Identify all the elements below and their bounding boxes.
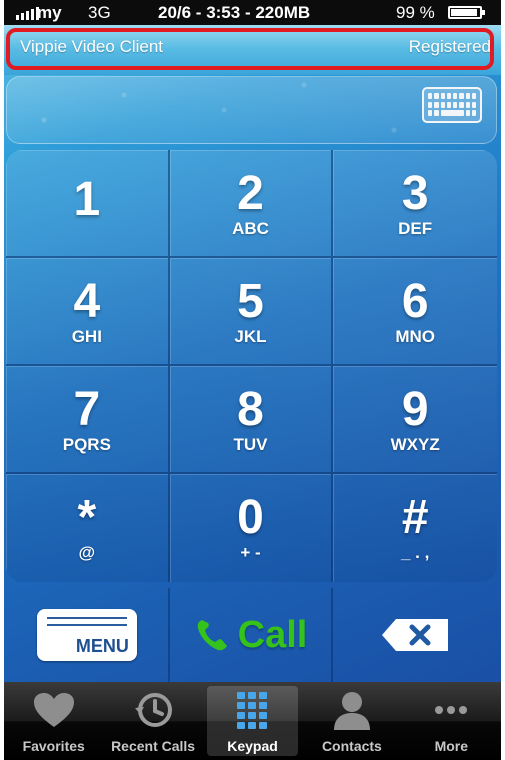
key-digit: # [401, 491, 429, 544]
key-9[interactable]: 9 WXYZ [333, 366, 497, 474]
signal-strength-icon [16, 6, 39, 20]
key-letters: TUV [233, 435, 268, 454]
key-digit: 9 [401, 383, 429, 436]
menu-cell: MENU [6, 588, 170, 682]
app-header: Vippie Video Client Registered [4, 25, 501, 75]
key-digit: * [77, 491, 97, 544]
battery-percent: 99 % [396, 3, 435, 22]
call-button[interactable]: Call [194, 613, 308, 657]
tab-label: More [434, 738, 469, 754]
status-info-text: 20/6 - 3:53 - 220MB [158, 3, 311, 22]
key-digit: 1 [73, 173, 101, 226]
battery-icon [448, 6, 485, 19]
key-digit: 0 [237, 491, 264, 544]
key-1[interactable]: 1 [6, 150, 170, 258]
network-type: 3G [88, 3, 111, 22]
key-hash[interactable]: # _ . , [333, 474, 497, 582]
keypad-icon [237, 692, 268, 729]
tab-more[interactable]: More [402, 682, 501, 760]
more-icon [435, 706, 468, 714]
key-letters: _ . , [400, 543, 430, 562]
key-digit: 8 [237, 383, 264, 436]
dial-keypad: 1 2 ABC 3 DEF 4 GHI 5 JKL 6 MNO 7 PQRS 8 [6, 150, 497, 582]
menu-label: MENU [75, 636, 129, 656]
key-letters: + - [240, 543, 261, 562]
tab-recent-calls[interactable]: Recent Calls [103, 682, 202, 760]
registration-status: Registered [408, 37, 491, 56]
key-star[interactable]: * @ [6, 474, 170, 582]
tab-label: Keypad [227, 738, 278, 754]
keyboard-icon[interactable] [422, 87, 482, 123]
key-letters: ABC [232, 219, 269, 238]
key-5[interactable]: 5 JKL [169, 258, 334, 366]
key-6[interactable]: 6 MNO [333, 258, 497, 366]
key-letters: JKL [234, 327, 267, 346]
tab-contacts[interactable]: Contacts [302, 682, 401, 760]
backspace-cell [333, 588, 497, 682]
phone-screen: my 3G 20/6 - 3:53 - 220MB 99 % Vippie Vi… [4, 0, 501, 760]
key-letters: @ [78, 543, 96, 562]
call-cell: Call [170, 588, 334, 682]
app-title: Vippie Video Client [20, 37, 164, 56]
key-2[interactable]: 2 ABC [169, 150, 334, 258]
key-digit: 7 [73, 383, 101, 436]
tab-keypad[interactable]: Keypad [206, 686, 299, 756]
key-letters: WXYZ [390, 435, 440, 454]
key-digit: 6 [401, 275, 429, 328]
tab-bar: Favorites Recent Calls Keypad Contacts M… [4, 682, 501, 760]
tab-label: Recent Calls [111, 738, 196, 754]
key-3[interactable]: 3 DEF [333, 150, 497, 258]
number-display-field[interactable] [6, 76, 497, 144]
key-digit: 5 [237, 275, 264, 328]
status-bar: my 3G 20/6 - 3:53 - 220MB 99 % [4, 0, 501, 25]
tab-favorites[interactable]: Favorites [4, 682, 103, 760]
key-digit: 4 [73, 275, 101, 328]
clock-icon [135, 693, 173, 727]
menu-lines-icon [46, 617, 127, 631]
key-letters: PQRS [62, 435, 111, 454]
key-8[interactable]: 8 TUV [169, 366, 334, 474]
key-digit: 2 [237, 167, 264, 220]
heart-icon [33, 693, 74, 727]
carrier-name: my [37, 3, 62, 22]
menu-button[interactable]: MENU [36, 609, 137, 661]
key-4[interactable]: 4 GHI [6, 258, 170, 366]
backspace-icon[interactable] [380, 617, 450, 653]
person-icon [333, 692, 370, 730]
key-letters: MNO [395, 327, 435, 346]
key-letters: DEF [398, 219, 433, 238]
key-digit: 3 [401, 167, 429, 220]
action-row: MENU Call [6, 588, 497, 682]
key-0[interactable]: 0 + - [170, 474, 334, 582]
call-label: Call [237, 613, 308, 656]
key-letters: GHI [71, 327, 102, 346]
phone-handset-icon [197, 620, 227, 651]
tab-label: Favorites [22, 738, 85, 754]
key-7[interactable]: 7 PQRS [6, 366, 170, 474]
tab-label: Contacts [321, 738, 382, 754]
